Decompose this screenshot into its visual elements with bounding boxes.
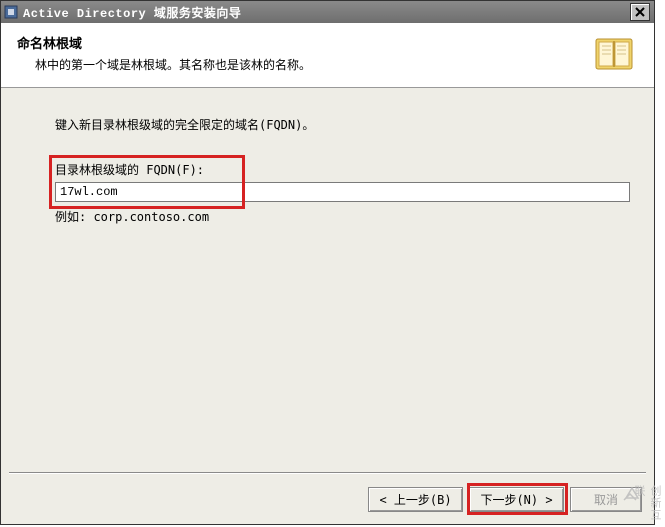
wizard-footer: < 上一步(B) 下一步(N) > 取消	[368, 487, 642, 512]
page-title: 命名林根域	[17, 33, 584, 52]
next-button[interactable]: 下一步(N) >	[469, 487, 564, 512]
wizard-header: 命名林根域 林中的第一个域是林根域。其名称也是该林的名称。	[1, 23, 654, 88]
back-button[interactable]: < 上一步(B)	[368, 487, 463, 512]
fqdn-input[interactable]	[55, 182, 630, 202]
fqdn-example: 例如: corp.contoso.com	[55, 208, 634, 225]
app-icon	[3, 4, 19, 20]
close-icon	[635, 7, 645, 17]
titlebar: Active Directory 域服务安装向导	[1, 1, 654, 23]
watermark: 创新互联	[619, 481, 665, 527]
close-button[interactable]	[630, 3, 650, 21]
fqdn-label: 目录林根级域的 FQDN(F):	[55, 161, 634, 178]
wizard-content: 键入新目录林根级域的完全限定的域名(FQDN)。 目录林根级域的 FQDN(F)…	[1, 88, 654, 225]
book-icon	[592, 33, 636, 75]
instruction-text: 键入新目录林根级域的完全限定的域名(FQDN)。	[55, 116, 634, 133]
window-title: Active Directory 域服务安装向导	[23, 4, 630, 21]
footer-separator	[9, 472, 646, 474]
page-subtitle: 林中的第一个域是林根域。其名称也是该林的名称。	[35, 56, 584, 73]
wizard-window: Active Directory 域服务安装向导 命名林根域 林中的第一个域是林…	[0, 0, 655, 525]
